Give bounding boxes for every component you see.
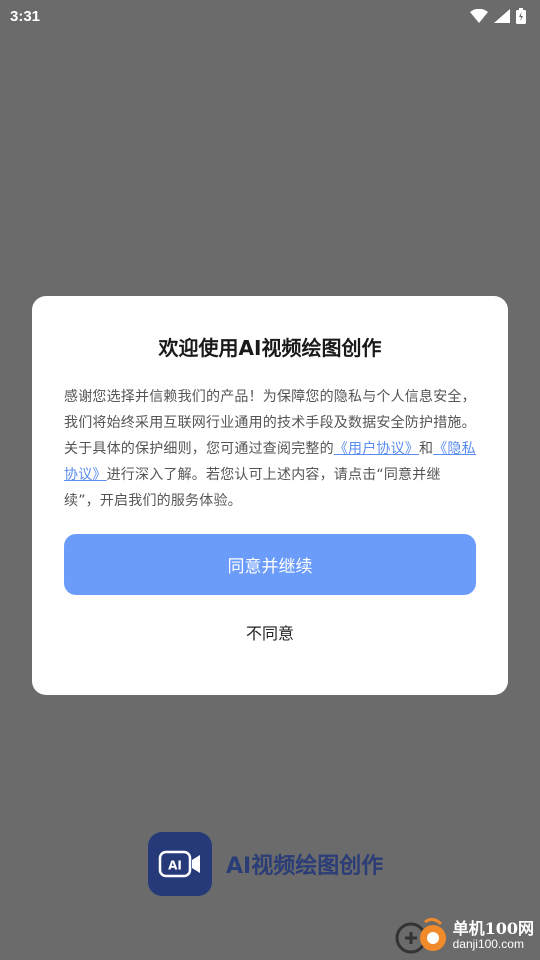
body-text-2: 和 <box>419 441 434 457</box>
dialog-body: 感谢您选择并信赖我们的产品！为保障您的隐私与个人信息安全，我们将始终采用互联网行… <box>64 384 476 514</box>
logo-text: AI <box>168 859 182 873</box>
battery-icon <box>516 8 526 24</box>
watermark-logo-icon <box>395 916 449 956</box>
app-brand: AI AI视频绘图创作 <box>148 832 383 896</box>
app-logo: AI <box>148 832 212 896</box>
signal-icon <box>494 9 510 23</box>
wifi-icon <box>470 9 488 23</box>
dialog-title: 欢迎使用AI视频绘图创作 <box>158 336 382 360</box>
status-time: 3:31 <box>10 7 41 25</box>
privacy-dialog: 欢迎使用AI视频绘图创作 感谢您选择并信赖我们的产品！为保障您的隐私与个人信息安… <box>32 296 508 695</box>
agree-continue-button[interactable]: 同意并继续 <box>64 534 476 595</box>
body-text-3: 进行深入了解。若您认可上述内容，请点击“同意并继续”，开启我们的服务体验。 <box>64 467 441 509</box>
watermark-title: 单机100网 <box>452 919 534 939</box>
user-agreement-link[interactable]: 《用户协议》 <box>334 441 419 457</box>
status-bar: 3:31 <box>0 0 540 32</box>
watermark-text: 单机100网 danji100.com <box>452 919 534 952</box>
status-icons <box>470 8 526 24</box>
site-watermark: 单机100网 danji100.com <box>395 916 534 956</box>
app-name: AI视频绘图创作 <box>226 854 384 879</box>
watermark-url: danji100.com <box>452 937 524 952</box>
disagree-button[interactable]: 不同意 <box>64 614 476 650</box>
